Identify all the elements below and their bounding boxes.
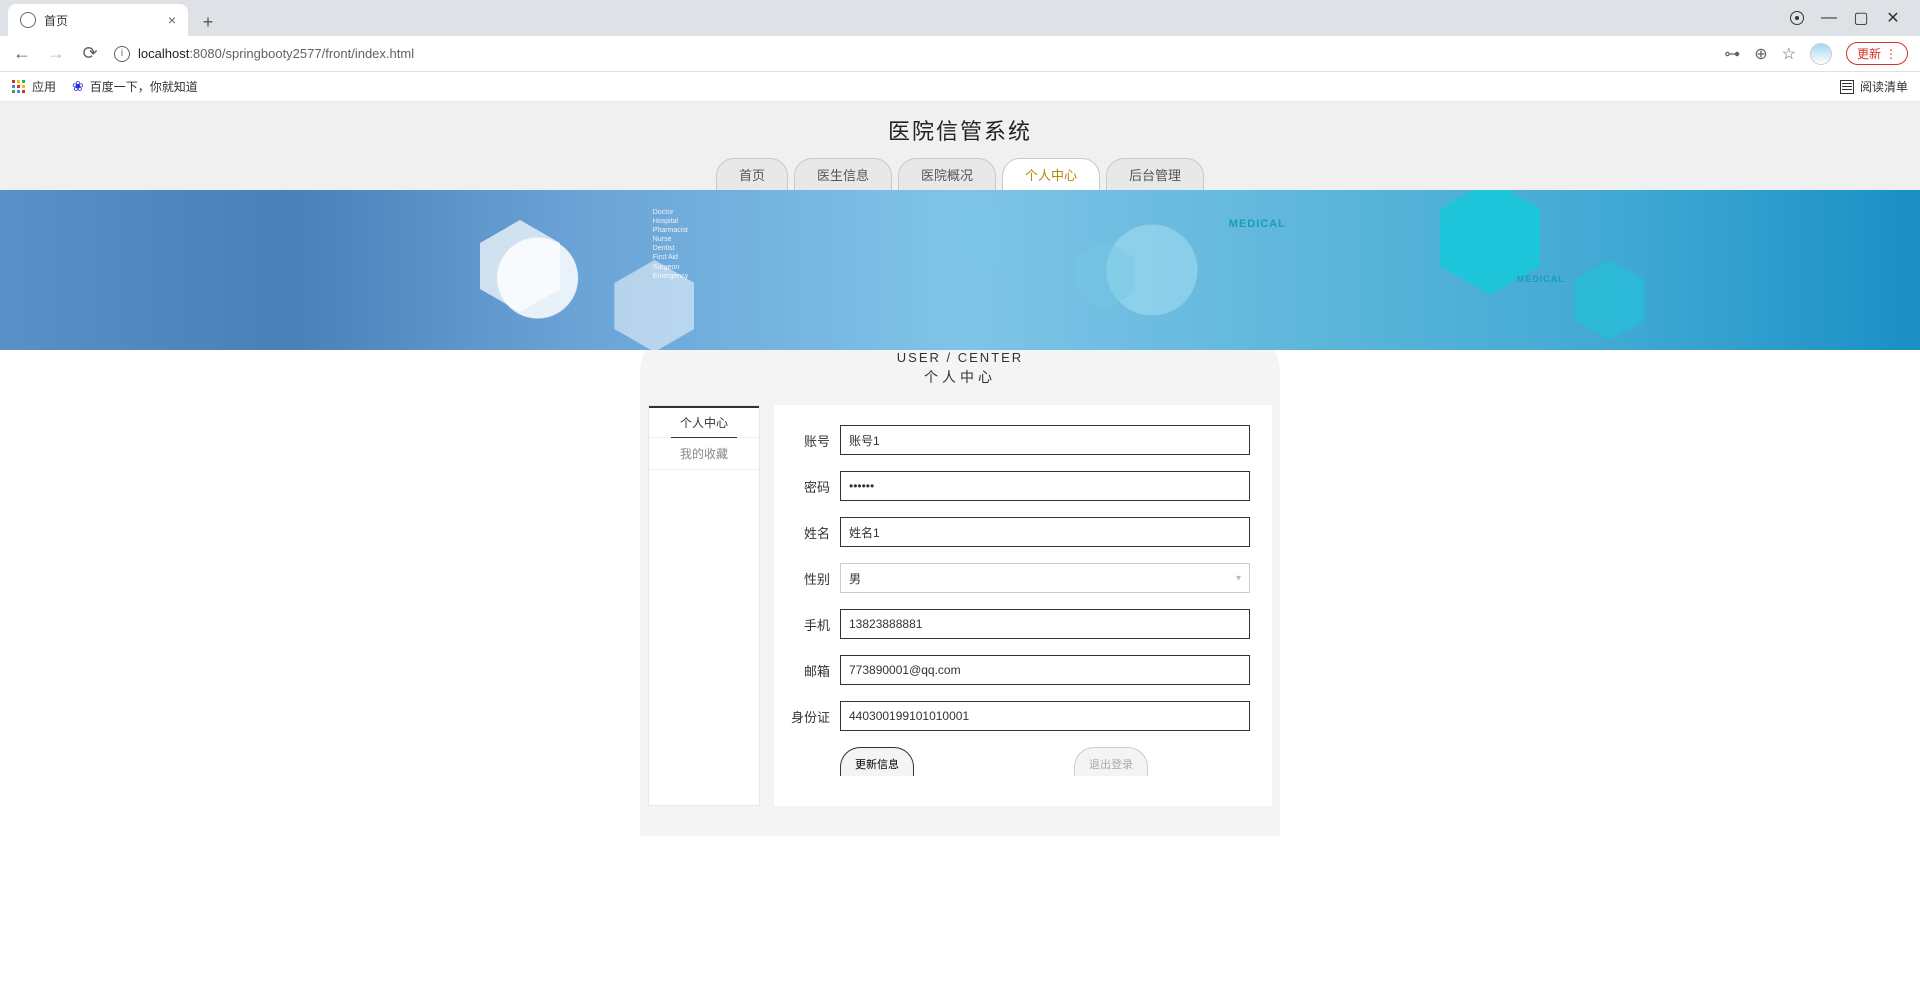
url-path: /springbooty2577/front/index.html: [222, 46, 414, 61]
logout-button[interactable]: 退出登录: [1074, 747, 1148, 776]
profile-avatar-icon[interactable]: [1810, 43, 1832, 65]
label-gender: 性别: [774, 569, 840, 588]
label-email: 邮箱: [774, 661, 840, 680]
url-input[interactable]: i localhost:8080/springbooty2577/front/i…: [114, 46, 1710, 62]
globe-icon: [20, 12, 36, 28]
maximize-icon[interactable]: ▢: [1854, 11, 1868, 25]
gender-select[interactable]: 男 ▾: [840, 563, 1250, 593]
url-port: :8080: [189, 46, 222, 61]
section-title-en: USER / CENTER: [640, 350, 1280, 365]
label-phone: 手机: [774, 615, 840, 634]
baidu-icon: ❀: [72, 78, 84, 95]
account-icon[interactable]: [1790, 11, 1804, 25]
close-window-icon[interactable]: ✕: [1886, 11, 1900, 25]
sidebar-item-user-center[interactable]: 个人中心: [649, 406, 759, 438]
chevron-down-icon: ▾: [1236, 573, 1241, 584]
label-idcard: 身份证: [774, 707, 840, 726]
page-title: 医院信管系统: [0, 102, 1920, 158]
reading-list-icon: [1840, 80, 1854, 94]
nav-tab-home[interactable]: 首页: [716, 158, 788, 190]
sidebar: 个人中心 我的收藏: [648, 405, 760, 806]
bookmark-baidu[interactable]: ❀ 百度一下，你就知道: [72, 78, 198, 95]
section-title-cn: 个人中心: [640, 367, 1280, 387]
tab-bar: 首页 × + — ▢ ✕: [0, 0, 1920, 36]
banner-image: MEDICAL MEDICAL Doctor Hospital Pharmaci…: [0, 190, 1920, 350]
info-icon[interactable]: i: [114, 46, 130, 62]
idcard-field[interactable]: [840, 701, 1250, 731]
nav-tab-admin[interactable]: 后台管理: [1106, 158, 1204, 190]
toolbar-right: ⊶ ⊕ ☆ 更新 ⋮: [1724, 42, 1908, 65]
password-field[interactable]: [840, 471, 1250, 501]
banner-label-1: MEDICAL: [1229, 218, 1286, 230]
label-account: 账号: [774, 431, 840, 450]
phone-field[interactable]: [840, 609, 1250, 639]
label-name: 姓名: [774, 523, 840, 542]
tab-title: 首页: [44, 12, 68, 29]
browser-tab[interactable]: 首页 ×: [8, 4, 188, 36]
url-host: localhost: [138, 46, 189, 61]
minimize-icon[interactable]: —: [1822, 11, 1836, 25]
browser-chrome: 首页 × + — ▢ ✕ ← → ⟳ i localhost:8080/spri…: [0, 0, 1920, 102]
update-button[interactable]: 更新 ⋮: [1846, 42, 1908, 65]
nav-tab-doctor[interactable]: 医生信息: [794, 158, 892, 190]
forward-icon[interactable]: →: [46, 43, 66, 64]
reading-list-button[interactable]: 阅读清单: [1840, 78, 1908, 95]
apps-icon: [12, 80, 26, 94]
main-nav: 首页 医生信息 医院概况 个人中心 后台管理: [0, 158, 1920, 190]
account-field[interactable]: [840, 425, 1250, 455]
nav-tab-overview[interactable]: 医院概况: [898, 158, 996, 190]
content-panel: USER / CENTER 个人中心 个人中心 我的收藏 账号 密码 姓名 性别: [640, 332, 1280, 836]
key-icon[interactable]: ⊶: [1724, 44, 1740, 64]
reload-icon[interactable]: ⟳: [80, 43, 100, 64]
nav-tab-user-center[interactable]: 个人中心: [1002, 158, 1100, 190]
address-bar: ← → ⟳ i localhost:8080/springbooty2577/f…: [0, 36, 1920, 72]
bookmarks-bar: 应用 ❀ 百度一下，你就知道 阅读清单: [0, 72, 1920, 102]
apps-shortcut[interactable]: 应用: [12, 78, 56, 95]
zoom-icon[interactable]: ⊕: [1754, 44, 1767, 64]
name-field[interactable]: [840, 517, 1250, 547]
label-password: 密码: [774, 477, 840, 496]
banner-hospital-list: Doctor Hospital Pharmacist Nurse Dentist…: [653, 208, 688, 281]
email-field[interactable]: [840, 655, 1250, 685]
back-icon[interactable]: ←: [12, 43, 32, 64]
close-icon[interactable]: ×: [168, 12, 176, 28]
profile-form: 账号 密码 姓名 性别 男 ▾ 手机: [774, 405, 1272, 806]
window-controls: — ▢ ✕: [1790, 0, 1912, 36]
new-tab-button[interactable]: +: [194, 8, 222, 36]
kebab-icon: ⋮: [1885, 47, 1897, 61]
update-info-button[interactable]: 更新信息: [840, 747, 914, 776]
star-icon[interactable]: ☆: [1782, 44, 1796, 64]
banner-label-2: MEDICAL: [1517, 274, 1565, 284]
sidebar-item-favorites[interactable]: 我的收藏: [649, 438, 759, 470]
